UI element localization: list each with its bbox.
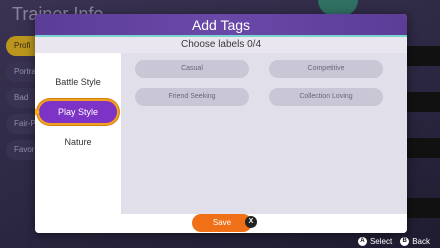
hint-select: A Select — [357, 237, 393, 246]
dialog-subtitle: Choose labels 0/4 — [35, 37, 407, 53]
selection-pointer-icon — [35, 104, 40, 120]
category-label: Play Style — [57, 107, 99, 117]
a-button-icon: A — [357, 237, 367, 246]
dialog-title: Add Tags — [35, 14, 407, 37]
category-nature[interactable]: Nature — [35, 129, 121, 155]
hint-label: Select — [369, 237, 393, 246]
category-list: Battle Style Play Style Nature — [35, 53, 121, 214]
b-button-icon: B — [400, 237, 410, 246]
hint-label: Back — [412, 237, 430, 246]
category-battle-style[interactable]: Battle Style — [35, 69, 121, 95]
tag-competitive[interactable]: Competitive — [269, 60, 383, 78]
category-play-style[interactable]: Play Style — [35, 99, 119, 125]
dialog-footer: Save X — [35, 214, 407, 233]
tag-collection-loving[interactable]: Collection Loving — [269, 88, 383, 106]
x-button-icon: X — [245, 216, 257, 228]
tag-friend-seeking[interactable]: Friend Seeking — [135, 88, 249, 106]
add-tags-dialog: Add Tags Choose labels 0/4 Battle Style … — [35, 14, 407, 233]
control-hints: A Select B Back — [357, 237, 430, 246]
save-button[interactable]: Save — [192, 214, 252, 232]
tag-grid: Casual Competitive Friend Seeking Collec… — [121, 53, 407, 214]
dialog-body: Battle Style Play Style Nature Casual Co… — [35, 53, 407, 214]
hint-back: B Back — [400, 237, 430, 246]
tag-casual[interactable]: Casual — [135, 60, 249, 78]
